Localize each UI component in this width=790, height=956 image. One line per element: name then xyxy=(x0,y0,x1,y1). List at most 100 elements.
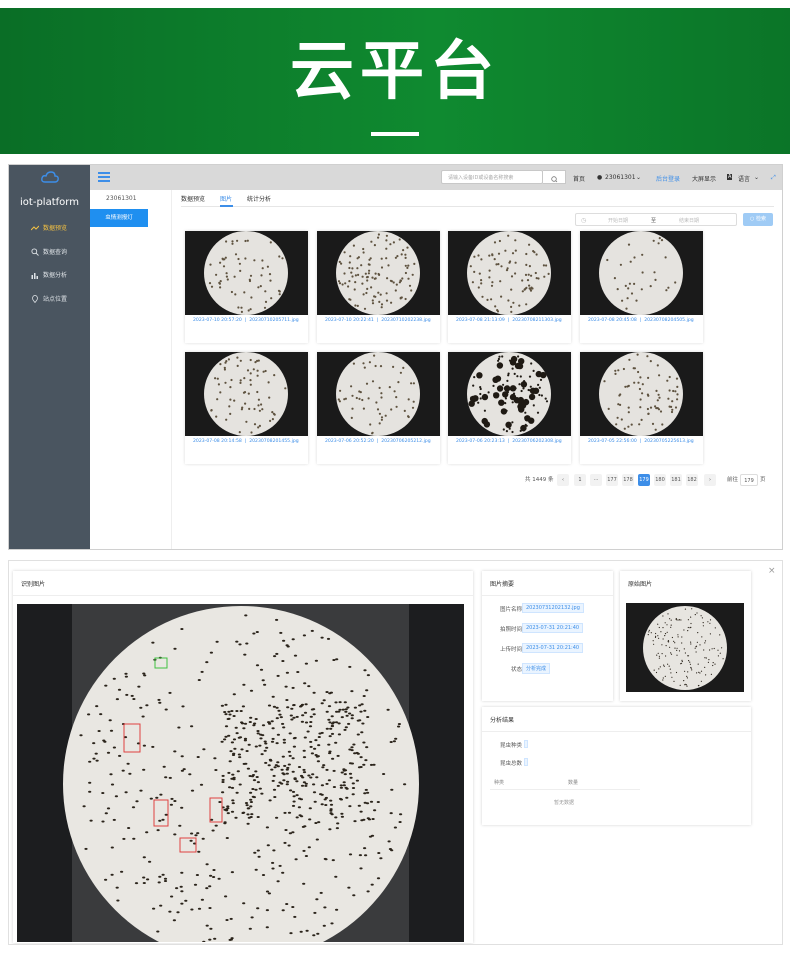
summary-title: 图片摘要 xyxy=(490,581,515,588)
field-label: 拍照时间 xyxy=(499,627,522,633)
clock-icon: ◷ xyxy=(581,217,587,224)
backend-login-link[interactable]: 后台登录 xyxy=(656,174,680,183)
page-button[interactable]: 182 xyxy=(686,474,698,486)
image-card[interactable]: 2023-07-10 20:57:20 | 20230710205711.jpg xyxy=(185,231,308,343)
card-caption[interactable]: 2023-07-08 21:13:09 | 20230708211303.jpg xyxy=(456,318,562,323)
device-search-input[interactable]: 请输入设备ID或设备名称搜索 xyxy=(441,170,543,184)
end-date-input[interactable]: 结束日期 xyxy=(679,217,699,224)
page-button[interactable]: 179 xyxy=(638,474,650,486)
menu-label: 站点位置 xyxy=(43,296,68,303)
menu-item-analysis[interactable]: 数据分析 xyxy=(31,270,67,279)
home-link[interactable]: 首页 xyxy=(573,174,585,183)
original-image-thumbnail[interactable] xyxy=(626,603,744,692)
recognized-image[interactable] xyxy=(17,604,464,942)
user-icon: ● xyxy=(597,174,603,181)
column-header-count: 数量 xyxy=(568,780,579,786)
card-caption[interactable]: 2023-07-10 20:22:41 | 20230710202238.jpg xyxy=(325,318,431,323)
menu-item-location[interactable]: 站点位置 xyxy=(31,294,67,303)
card-caption[interactable]: 2023-07-08 20:14:58 | 20230708201455.jpg xyxy=(193,439,299,444)
card-photo[interactable] xyxy=(580,352,703,436)
page-button[interactable]: 181 xyxy=(670,474,682,486)
recognized-title: 识别图片 xyxy=(21,581,46,588)
page-button[interactable]: 177 xyxy=(606,474,618,486)
file-name: 20230708211303.jpg xyxy=(512,318,562,323)
user-menu[interactable]: 23061301 xyxy=(605,174,636,181)
card-photo[interactable] xyxy=(448,231,571,315)
file-name: 20230708201455.jpg xyxy=(249,439,299,444)
page-button[interactable]: 1 xyxy=(574,474,586,486)
total-value xyxy=(524,758,528,766)
menu-label: 数据预览 xyxy=(43,225,68,232)
card-photo[interactable] xyxy=(580,231,703,315)
search-button[interactable] xyxy=(543,170,566,184)
menu-item-query[interactable]: 数据查询 xyxy=(31,247,67,256)
page-button[interactable]: 180 xyxy=(654,474,666,486)
date-range-picker[interactable]: ◷ 开始日期 至 结束日期 xyxy=(575,213,737,226)
close-icon[interactable]: × xyxy=(768,566,776,576)
file-name: 20230708204505.jpg xyxy=(644,318,694,323)
file-name: 20230706205212.jpg xyxy=(381,439,431,444)
field-label: 上传时间 xyxy=(499,647,522,653)
device-id[interactable]: 23061301 xyxy=(106,195,137,202)
card-photo[interactable] xyxy=(317,352,440,436)
sidebar: iot-platform 数据预览 数据查询 数据分析 站点位置 xyxy=(9,165,90,549)
search-icon xyxy=(31,247,39,256)
image-card[interactable]: 2023-07-08 20:45:08 | 20230708204505.jpg xyxy=(580,231,703,343)
prev-page-button[interactable]: ‹ xyxy=(557,474,569,486)
species-value xyxy=(524,740,528,748)
result-title: 分析结果 xyxy=(490,717,515,724)
card-caption[interactable]: 2023-07-10 20:57:20 | 20230710205711.jpg xyxy=(193,318,299,323)
image-card[interactable]: 2023-07-10 20:22:41 | 20230710202238.jpg xyxy=(317,231,440,343)
image-card[interactable]: 2023-07-05 22:56:00 | 20230705225613.jpg xyxy=(580,352,703,464)
card-caption[interactable]: 2023-07-06 20:52:20 | 20230706205212.jpg xyxy=(325,439,431,444)
field-value: 2023-07-31 20:21:40 xyxy=(522,623,584,633)
goto-page-input[interactable]: 179 xyxy=(740,474,758,486)
image-card[interactable]: 2023-07-08 20:14:58 | 20230708201455.jpg xyxy=(185,352,308,464)
search-icon xyxy=(551,176,558,183)
image-card[interactable]: 2023-07-06 20:52:20 | 20230706205212.jpg xyxy=(317,352,440,464)
analysis-result-panel: 分析结果 昆虫种类 昆虫总数 种类 数量 暂无数据 xyxy=(482,707,751,825)
card-photo[interactable] xyxy=(185,231,308,315)
card-caption[interactable]: 2023-07-08 20:45:08 | 20230708204505.jpg xyxy=(588,318,694,323)
image-card[interactable]: 2023-07-06 20:23:13 | 20230706202308.jpg xyxy=(448,352,571,464)
total-label: 昆虫总数 xyxy=(499,761,522,767)
menu-item-preview[interactable]: 数据预览 xyxy=(31,223,67,232)
card-photo[interactable] xyxy=(185,352,308,436)
pagination-ellipsis[interactable]: ··· xyxy=(590,474,602,486)
tab-preview[interactable]: 数据预览 xyxy=(181,194,205,203)
fullscreen-icon[interactable]: ⤢ xyxy=(771,174,776,182)
language-menu[interactable]: 语言 xyxy=(738,174,750,183)
location-icon xyxy=(32,294,38,303)
banner-title: 云平台 xyxy=(290,35,500,109)
range-separator: 至 xyxy=(651,218,657,224)
card-caption[interactable]: 2023-07-05 22:56:00 | 20230705225613.jpg xyxy=(588,439,694,444)
card-caption[interactable]: 2023-07-06 20:23:13 | 20230706202308.jpg xyxy=(456,439,562,444)
menu-toggle-icon[interactable] xyxy=(98,172,110,182)
capture-time: 2023-07-08 21:13:09 xyxy=(456,318,505,323)
start-date-input[interactable]: 开始日期 xyxy=(608,217,628,224)
goto-label: 前往 xyxy=(727,477,739,483)
capture-time: 2023-07-08 20:45:08 xyxy=(588,318,637,323)
page-button[interactable]: 178 xyxy=(622,474,634,486)
next-page-button[interactable]: › xyxy=(704,474,716,486)
query-button[interactable]: ○ 检索 xyxy=(743,213,773,226)
image-summary-panel: 图片摘要 图片名称 20230731202132.jpg 拍照时间 2023-0… xyxy=(482,571,613,701)
recognized-image-panel: 识别图片 xyxy=(13,571,473,943)
query-label: 检索 xyxy=(755,216,766,222)
tab-images[interactable]: 图片 xyxy=(220,194,232,203)
image-card[interactable]: 2023-07-08 21:13:09 | 20230708211303.jpg xyxy=(448,231,571,343)
big-screen-link[interactable]: 大屏显示 xyxy=(692,174,716,183)
tab-statistics[interactable]: 统计分析 xyxy=(247,194,271,203)
file-name: 20230705225613.jpg xyxy=(644,439,694,444)
status-badge: 分析完成 xyxy=(522,663,551,674)
file-name: 20230706202308.jpg xyxy=(512,439,562,444)
card-photo[interactable] xyxy=(317,231,440,315)
device-node-button[interactable]: 虫情测报灯 xyxy=(90,209,148,227)
file-name: 20230710202238.jpg xyxy=(381,318,431,323)
pagination-total: 共 1449 条 xyxy=(525,477,554,483)
field-value: 2023-07-31 20:21:40 xyxy=(522,643,584,653)
species-label: 昆虫种类 xyxy=(499,743,522,749)
capture-time: 2023-07-05 22:56:00 xyxy=(588,439,637,444)
card-photo[interactable] xyxy=(448,352,571,436)
menu-label: 数据查询 xyxy=(43,249,68,256)
